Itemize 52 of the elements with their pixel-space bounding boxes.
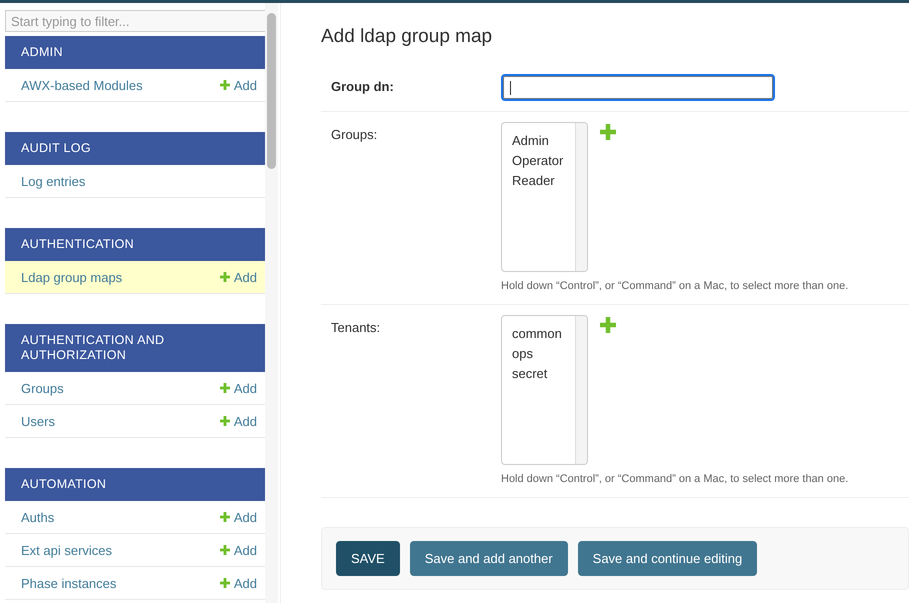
plus-icon [600,317,616,333]
select-option[interactable]: Operator [512,151,575,171]
submit-button[interactable]: Save and add another [410,541,568,576]
plus-icon [220,512,230,522]
module-header[interactable]: AUTHENTICATION AND AUTHORIZATION [5,324,266,372]
model-link[interactable]: Ldap group maps [21,270,122,284]
plus-icon [220,416,230,426]
scrollbar-thumb[interactable] [267,13,276,169]
submit-button[interactable]: Save and continue editing [578,541,758,576]
select-option[interactable]: Reader [512,171,575,191]
module-header[interactable]: ADMIN [5,36,266,69]
plus-icon [220,80,230,90]
model-link[interactable]: Log entries [21,174,86,188]
save-button[interactable]: SAVE [336,541,400,576]
add-related-link[interactable] [600,317,616,333]
add-related-link[interactable] [600,124,616,140]
multi-select-list[interactable]: Admin Operator Reader [501,122,588,272]
module-header[interactable]: AUDIT LOG [5,132,266,165]
add-link[interactable]: Add [220,542,257,558]
module-header[interactable]: AUTOMATION [5,468,266,501]
text-cursor [510,81,511,95]
multi-select-list[interactable]: common ops secret [501,315,588,465]
model-link[interactable]: Ext api services [21,542,112,558]
select-option[interactable]: Admin [512,131,575,151]
field-label: Group dn: [331,78,395,96]
plus-icon [600,124,616,140]
model-link[interactable]: Auths [21,510,54,524]
plus-icon [220,578,230,588]
model-link[interactable]: Groups [21,380,64,396]
add-link[interactable]: Add [220,78,257,92]
plus-icon [220,272,230,282]
module-header[interactable]: AUTHENTICATION [5,228,266,261]
select-option[interactable]: ops [512,344,575,364]
help-text: Hold down “Control”, or “Command” on a Mac, to select more than one. [501,473,848,485]
plus-icon [220,383,230,393]
add-link[interactable]: Add [220,576,257,590]
add-link[interactable]: Add [220,510,257,524]
filter-field[interactable]: Start typing to filter... [5,10,266,32]
add-link[interactable]: Add [220,380,257,396]
select-option[interactable]: common [512,324,575,344]
model-link[interactable]: AWX-based Modules [21,78,143,92]
add-link[interactable]: Add [220,414,257,428]
add-link[interactable]: Add [220,270,257,284]
text-field[interactable] [501,74,775,101]
model-link[interactable]: Users [21,414,55,428]
plus-icon [220,545,230,555]
select-option[interactable]: secret [512,364,575,384]
page-title: Add ldap group map [321,26,494,48]
field-label: Tenants: [331,319,382,337]
field-label: Groups: [331,126,378,144]
model-link[interactable]: Phase instances [21,576,116,590]
help-text: Hold down “Control”, or “Command” on a Mac, to select more than one. [501,280,848,292]
